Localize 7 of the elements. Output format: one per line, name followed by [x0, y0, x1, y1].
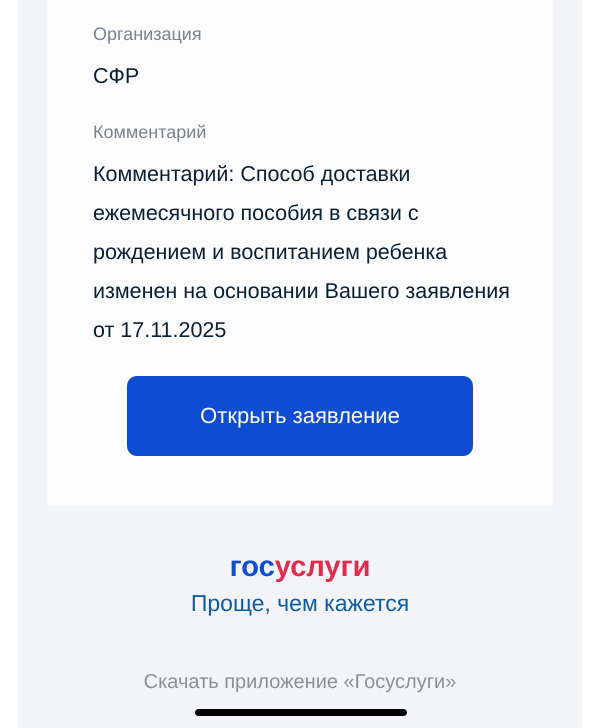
open-application-button[interactable]: Открыть заявление: [127, 376, 473, 456]
field-value: СФР: [93, 63, 140, 90]
field-label: Комментарий: [93, 122, 206, 143]
field-label: Организация: [93, 24, 202, 45]
tagline: Проще, чем кажется: [190, 590, 410, 617]
logo: госуслуги: [230, 550, 370, 584]
field-value: Комментарий: Способ доставки ежемесячного пособия в связи с рождением и воспитанием ребенка изменен на основании Вашего заявления от 17.11.2025: [93, 161, 511, 344]
